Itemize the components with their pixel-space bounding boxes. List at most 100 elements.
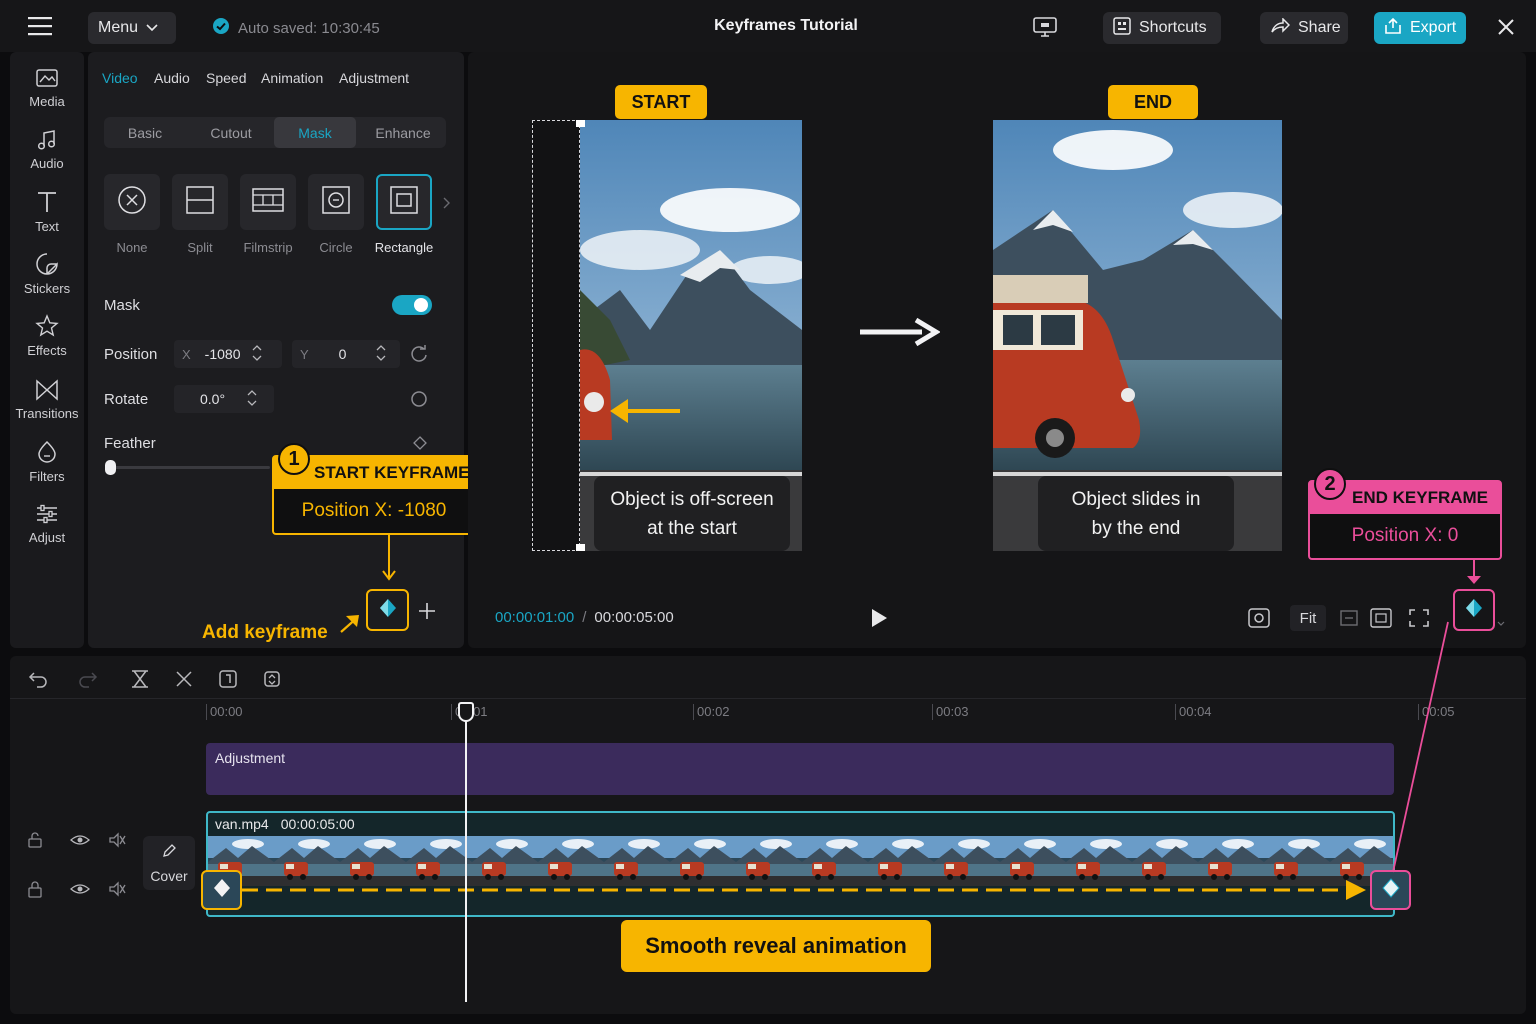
- circle-mask-icon: [321, 185, 351, 220]
- caption-line: Object slides in: [1071, 488, 1201, 510]
- redo-icon[interactable]: [76, 669, 98, 694]
- sidebar-item-label: Filters: [29, 469, 65, 484]
- keyframe-diamond-icon: [1463, 597, 1485, 624]
- close-icon[interactable]: [1496, 17, 1516, 37]
- export-button[interactable]: Export: [1374, 12, 1466, 44]
- step-number: 2: [1324, 472, 1336, 495]
- feather-slider-handle[interactable]: [105, 460, 116, 475]
- undo-icon[interactable]: [28, 669, 50, 694]
- start-keyframe-marker[interactable]: [201, 870, 242, 910]
- track-lock-icon[interactable]: [27, 832, 43, 853]
- add-keyframe-button[interactable]: [366, 589, 409, 631]
- step-number-badge: 2: [1314, 468, 1346, 500]
- subtab-mask[interactable]: Mask: [274, 117, 356, 148]
- freeze-icon[interactable]: [218, 669, 238, 694]
- tab-video[interactable]: Video: [102, 70, 138, 86]
- mask-handle[interactable]: [576, 120, 585, 127]
- mask-option-filmstrip[interactable]: [240, 174, 296, 230]
- pencil-icon: [161, 843, 177, 864]
- subtab-basic[interactable]: Basic: [104, 117, 186, 148]
- subtab-segmented-control: Basic Cutout Mask Enhance: [104, 117, 446, 148]
- mask-handle[interactable]: [576, 544, 585, 551]
- tab-adjustment[interactable]: Adjustment: [339, 70, 409, 86]
- start-keyframe-callout: 1 START KEYFRAME Position X: -1080: [272, 443, 476, 535]
- ruler-tick-label: 00:03: [932, 704, 969, 720]
- export-icon: [1384, 17, 1402, 40]
- share-button[interactable]: Share: [1260, 12, 1348, 44]
- caption-line: Object is off-screen: [610, 488, 774, 510]
- subtab-enhance[interactable]: Enhance: [362, 117, 444, 148]
- mask-toggle[interactable]: [392, 295, 432, 315]
- rotate-value[interactable]: 0.0°: [200, 391, 225, 407]
- ruler-tick-label: 00:02: [693, 704, 730, 720]
- position-x-value[interactable]: -1080: [205, 346, 241, 362]
- rectangle-mask-icon: [389, 185, 419, 220]
- x-label: X: [182, 346, 191, 362]
- chevron-right-icon[interactable]: [443, 196, 451, 214]
- sidebar-item-stickers[interactable]: Stickers: [10, 246, 84, 302]
- sidebar-item-label: Effects: [27, 343, 67, 358]
- playhead-handle[interactable]: [458, 702, 474, 722]
- position-label: Position: [104, 346, 158, 363]
- subtab-cutout[interactable]: Cutout: [190, 117, 272, 148]
- tab-speed[interactable]: Speed: [206, 70, 246, 86]
- stepper-icon[interactable]: [376, 344, 386, 365]
- keyframe-diamond-icon[interactable]: [412, 435, 428, 456]
- position-x-field[interactable]: X -1080: [174, 340, 282, 368]
- sidebar-item-media[interactable]: Media: [10, 60, 84, 116]
- rotate-field[interactable]: 0.0°: [174, 385, 274, 413]
- sidebar-item-adjust[interactable]: Adjust: [10, 496, 84, 552]
- snapshot-icon[interactable]: [1248, 608, 1270, 633]
- stepper-icon[interactable]: [252, 344, 262, 365]
- tab-animation[interactable]: Animation: [261, 70, 323, 86]
- tab-audio[interactable]: Audio: [154, 70, 190, 86]
- position-y-value[interactable]: 0: [339, 346, 347, 362]
- safe-area-icon[interactable]: [1370, 608, 1392, 633]
- eye-icon[interactable]: [70, 881, 90, 902]
- cover-button[interactable]: Cover: [143, 836, 195, 890]
- filmstrip-icon: [252, 187, 284, 218]
- fit-button[interactable]: Fit: [1290, 605, 1326, 631]
- split-clip-icon[interactable]: [130, 669, 150, 694]
- sidebar-item-filters[interactable]: Filters: [10, 434, 84, 490]
- sidebar-item-transitions[interactable]: Transitions: [10, 372, 84, 428]
- mute-audio-icon[interactable]: [108, 881, 126, 902]
- position-y-field[interactable]: Y 0: [292, 340, 400, 368]
- end-keyframe-marker[interactable]: [1370, 870, 1411, 910]
- feather-slider-track[interactable]: [110, 466, 270, 469]
- mask-option-split[interactable]: [172, 174, 228, 230]
- add-icon[interactable]: [418, 602, 436, 625]
- reset-icon[interactable]: [410, 390, 428, 413]
- y-label: Y: [300, 346, 309, 362]
- ratio-icon[interactable]: [1338, 608, 1360, 633]
- mask-option-circle[interactable]: [308, 174, 364, 230]
- menu-button[interactable]: Menu: [88, 12, 176, 44]
- mute-audio-icon[interactable]: [108, 832, 126, 853]
- keyboard-icon: [1113, 16, 1131, 40]
- bowtie-icon: [35, 379, 59, 404]
- hamburger-icon[interactable]: [28, 16, 54, 36]
- step-number-badge: 1: [278, 443, 310, 475]
- toggle-knob: [414, 298, 428, 312]
- mask-label-circle: Circle: [319, 240, 353, 255]
- track-lock-icon[interactable]: [27, 880, 43, 903]
- eye-icon[interactable]: [70, 832, 90, 853]
- monitor-icon[interactable]: [1032, 16, 1058, 38]
- sidebar-item-effects[interactable]: Effects: [10, 308, 84, 364]
- play-icon[interactable]: [870, 608, 888, 633]
- shortcuts-button[interactable]: Shortcuts: [1103, 12, 1221, 44]
- mask-option-rectangle[interactable]: [376, 174, 432, 230]
- reset-icon[interactable]: [410, 344, 428, 368]
- sidebar-item-text[interactable]: Text: [10, 184, 84, 240]
- mask-label-split: Split: [187, 240, 213, 255]
- stepper-icon[interactable]: [247, 389, 257, 410]
- filter-icon: [35, 440, 59, 467]
- adjustment-track[interactable]: Adjustment: [206, 743, 1394, 795]
- delete-clip-icon[interactable]: [174, 669, 194, 694]
- replace-icon[interactable]: [262, 669, 282, 694]
- end-badge: END: [1108, 85, 1198, 119]
- cover-label: Cover: [150, 867, 188, 884]
- mask-option-none[interactable]: [104, 174, 160, 230]
- sidebar-item-audio[interactable]: Audio: [10, 122, 84, 178]
- chevron-down-icon[interactable]: [1497, 614, 1505, 632]
